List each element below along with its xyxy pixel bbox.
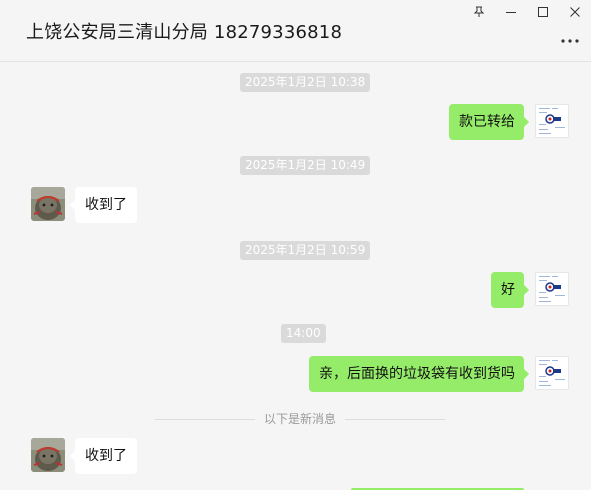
close-icon	[569, 6, 581, 18]
window-controls	[463, 0, 591, 24]
timestamp: 2025年1月2日 10:59	[240, 241, 371, 260]
avatar[interactable]	[535, 356, 569, 390]
contact-avatar[interactable]	[31, 438, 65, 472]
avatar[interactable]	[535, 104, 569, 138]
new-messages-divider: 以下是新消息	[155, 410, 445, 430]
message-list[interactable]: 2025年1月2日 10:38 款已转给 2025年1月2日 10:49 收到了…	[0, 62, 591, 490]
pin-icon	[473, 6, 485, 18]
message-bubble-received[interactable]: 收到了	[70, 438, 137, 474]
pin-button[interactable]	[463, 0, 495, 24]
more-icon	[561, 28, 579, 47]
minimize-icon	[505, 6, 517, 18]
chat-title: 上饶公安局三清山分局 18279336818	[26, 22, 343, 43]
timestamp: 2025年1月2日 10:38	[240, 73, 371, 92]
chat-header: 上饶公安局三清山分局 18279336818	[0, 0, 591, 62]
message-bubble-sent[interactable]: 款已转给	[449, 104, 529, 140]
maximize-icon	[537, 6, 549, 18]
more-button[interactable]	[559, 29, 581, 45]
message-bubble-received[interactable]: 收到了	[70, 187, 137, 223]
avatar[interactable]	[535, 272, 569, 306]
message-bubble-sent[interactable]: 亲，后面换的垃圾袋有收到货吗	[309, 356, 529, 392]
chat-window: 上饶公安局三清山分局 18279336818 2025年1月2日 10:38 款…	[0, 0, 591, 490]
divider-line	[345, 419, 445, 420]
timestamp: 14:00	[281, 324, 326, 343]
contact-avatar[interactable]	[31, 187, 65, 221]
minimize-button[interactable]	[495, 0, 527, 24]
close-button[interactable]	[559, 0, 591, 24]
maximize-button[interactable]	[527, 0, 559, 24]
message-bubble-sent[interactable]: 好	[491, 272, 529, 308]
timestamp: 2025年1月2日 10:49	[240, 156, 371, 175]
